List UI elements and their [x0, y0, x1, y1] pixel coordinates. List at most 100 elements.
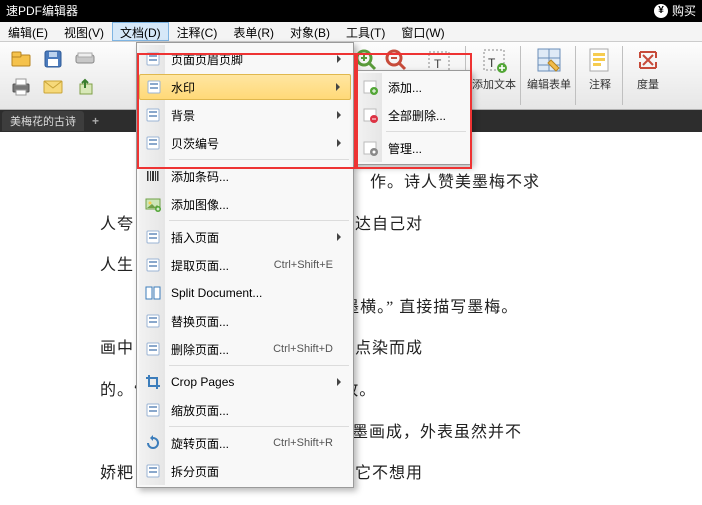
menu-item-label: Split Document...: [171, 286, 351, 300]
watermark-icon: [145, 78, 163, 96]
menu-item[interactable]: 背景: [139, 101, 351, 129]
chevron-right-icon: [337, 111, 345, 119]
zoom-page-icon: [144, 401, 162, 419]
add-text-button[interactable]: T 添加文本: [470, 42, 518, 110]
menu-tool[interactable]: 工具(T): [338, 22, 393, 41]
menu-item[interactable]: 删除页面...Ctrl+Shift+D: [139, 335, 351, 363]
watermark-submenu: 添加... 全部删除... 管理...: [353, 70, 471, 165]
menu-annotate[interactable]: 注释(C): [169, 22, 226, 41]
menu-item-label: Crop Pages: [171, 375, 351, 389]
menu-item-label: 插入页面: [171, 229, 351, 246]
menu-item-label: 页面页眉页脚: [171, 51, 351, 68]
split-page-icon: [144, 462, 162, 480]
scan-icon[interactable]: [72, 48, 98, 70]
save-icon[interactable]: [40, 48, 66, 70]
menu-window[interactable]: 窗口(W): [393, 22, 452, 41]
quick-access-group: [8, 48, 100, 102]
svg-text:T: T: [434, 57, 442, 71]
edit-table-button[interactable]: 编辑表单: [525, 42, 573, 110]
menu-item[interactable]: 添加条码...: [139, 162, 351, 190]
menu-separator: [169, 426, 349, 427]
menu-item[interactable]: 添加...: [356, 73, 468, 101]
bates-icon: [144, 134, 162, 152]
menu-item-label: 缩放页面...: [171, 402, 351, 419]
menu-shortcut: Ctrl+Shift+E: [274, 259, 351, 271]
menu-separator: [169, 220, 349, 221]
export-icon[interactable]: [72, 76, 98, 98]
app-title: 速PDF编辑器: [6, 0, 78, 22]
menu-item[interactable]: 插入页面: [139, 223, 351, 251]
menu-item-label: 添加条码...: [171, 168, 351, 185]
chevron-right-icon: [337, 378, 345, 386]
measure-label: 度量: [637, 76, 659, 92]
menu-item[interactable]: 提取页面...Ctrl+Shift+E: [139, 251, 351, 279]
delete-page-icon: [144, 340, 162, 358]
menu-item-label: 添加图像...: [171, 196, 351, 213]
menu-item-label: 添加...: [388, 79, 468, 96]
add-text-label: 添加文本: [472, 76, 516, 92]
menu-item[interactable]: 页面页眉页脚: [139, 45, 351, 73]
menu-item-label: 删除页面...: [171, 341, 273, 358]
print-icon[interactable]: [8, 76, 34, 98]
menu-item-label: 水印: [171, 79, 350, 96]
menu-document[interactable]: 文档(D): [112, 22, 169, 41]
crop-icon: [144, 373, 162, 391]
menu-edit[interactable]: 编辑(E): [0, 22, 56, 41]
menu-item[interactable]: Split Document...: [139, 279, 351, 307]
menu-item[interactable]: 贝茨编号: [139, 129, 351, 157]
menu-item[interactable]: 添加图像...: [139, 190, 351, 218]
tab-document[interactable]: 美梅花的古诗: [2, 111, 84, 131]
image-icon: [144, 195, 162, 213]
menu-separator: [169, 365, 349, 366]
title-bar-right: ¥ 购买: [654, 0, 702, 22]
chevron-right-icon: [337, 233, 345, 241]
header-footer-icon: [144, 50, 162, 68]
menu-item-label: 管理...: [388, 140, 468, 157]
background-icon: [144, 106, 162, 124]
annotate-label: 注释: [589, 76, 611, 92]
menu-item-label: 旋转页面...: [171, 435, 273, 452]
menu-item-label: 贝茨编号: [171, 135, 351, 152]
menu-item[interactable]: Crop Pages: [139, 368, 351, 396]
measure-button[interactable]: 度量: [628, 42, 668, 110]
menu-shortcut: Ctrl+Shift+R: [273, 437, 351, 449]
menu-item-label: 提取页面...: [171, 257, 274, 274]
menu-item[interactable]: 管理...: [356, 134, 468, 162]
insert-page-icon: [144, 228, 162, 246]
document-menu-dropdown: 页面页眉页脚水印背景贝茨编号添加条码...添加图像...插入页面提取页面...C…: [136, 42, 354, 488]
edit-table-label: 编辑表单: [527, 76, 571, 92]
barcode-icon: [144, 167, 162, 185]
replace-page-icon: [144, 312, 162, 330]
menu-shortcut: Ctrl+Shift+D: [273, 343, 351, 355]
menu-item[interactable]: 水印: [139, 74, 351, 100]
chevron-right-icon: [337, 55, 345, 63]
menu-item[interactable]: 旋转页面...Ctrl+Shift+R: [139, 429, 351, 457]
title-bar: 速PDF编辑器 ¥ 购买: [0, 0, 702, 22]
svg-text:T: T: [488, 56, 496, 70]
tab-add-button[interactable]: +: [84, 114, 107, 128]
menu-item[interactable]: 拆分页面: [139, 457, 351, 485]
annotate-button[interactable]: 注释: [580, 42, 620, 110]
rotate-icon: [144, 434, 162, 452]
chevron-right-icon: [337, 139, 345, 147]
extract-page-icon: [144, 256, 162, 274]
chevron-right-icon: [336, 83, 344, 91]
menu-item[interactable]: 缩放页面...: [139, 396, 351, 424]
buy-label[interactable]: 购买: [672, 0, 696, 22]
split-icon: [144, 284, 162, 302]
menu-item[interactable]: 替换页面...: [139, 307, 351, 335]
menu-item-label: 背景: [171, 107, 351, 124]
menu-item[interactable]: 全部删除...: [356, 101, 468, 129]
menu-separator: [169, 159, 349, 160]
menu-view[interactable]: 视图(V): [56, 22, 112, 41]
mail-icon[interactable]: [40, 76, 66, 98]
delete-all-icon: [361, 106, 379, 124]
menu-item-label: 替换页面...: [171, 313, 351, 330]
menu-item-label: 全部删除...: [388, 107, 468, 124]
menu-bar: 编辑(E) 视图(V) 文档(D) 注释(C) 表单(R) 对象(B) 工具(T…: [0, 22, 702, 42]
coin-icon: ¥: [654, 4, 668, 18]
open-icon[interactable]: [8, 48, 34, 70]
menu-form[interactable]: 表单(R): [225, 22, 282, 41]
add-icon: [361, 78, 379, 96]
menu-object[interactable]: 对象(B): [282, 22, 338, 41]
